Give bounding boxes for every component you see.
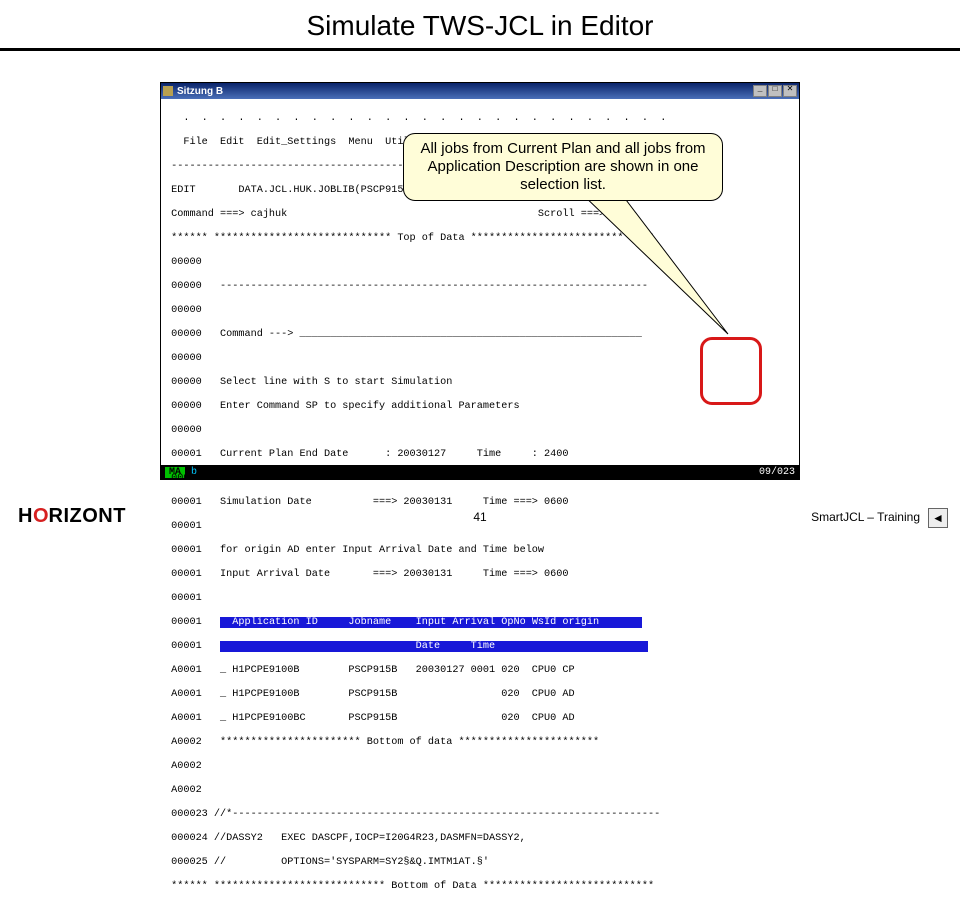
panel-blank: 00000 [165,353,795,365]
line-a0002: A0002 [165,761,795,773]
bottom-of-data: ****** **************************** Bott… [165,881,795,893]
window-titlebar: Sitzung B _ □ ✕ [161,83,799,99]
help-line-2: 00000 Enter Command SP to specify additi… [165,401,795,413]
line-a0002: A0002 [165,785,795,797]
window-controls: _ □ ✕ [753,85,797,97]
jcl-line-25: 000025 // OPTIONS='SYSPARM=SY2§&Q.IMTM1A… [165,857,795,869]
window-title: Sitzung B [163,86,223,97]
maximize-button[interactable]: □ [768,85,782,97]
panel-blank: 00000 [165,305,795,317]
brand-logo: HORIZONT [18,505,126,528]
top-of-data: ****** ***************************** Top… [165,233,795,245]
footer-right: SmartJCL – Training [811,510,920,524]
app-icon [163,86,173,96]
table-header-2: 00001 Date Time [165,641,795,653]
table-row[interactable]: A0001 _ H1PCPE9100B PSCP915B 020 CPU0 AD [165,689,795,701]
close-button[interactable]: ✕ [783,85,797,97]
callout-bubble: All jobs from Current Plan and all jobs … [403,133,723,201]
callout-text: All jobs from Current Plan and all jobs … [420,140,705,193]
panel-rule: 00000 ----------------------------------… [165,281,795,293]
command-line[interactable]: Command ===> cajhuk Scroll ===> CSR [165,209,795,221]
ad-help: 00001 for origin AD enter Input Arrival … [165,545,795,557]
line-00000: 00000 [165,257,795,269]
triangle-left-icon: ◄ [932,511,944,525]
jcl-line-24: 000024 //DASSY2 EXEC DASCPF,IOCP=I20G4R2… [165,833,795,845]
panel-blank: 00000 [165,425,795,437]
minimize-button[interactable]: _ [753,85,767,97]
panel-blank: 00001 [165,593,795,605]
cp-format: 00001 YYYYMMDD HHMM [165,473,795,485]
cp-end-date: 00001 Current Plan End Date : 20030127 T… [165,449,795,461]
nav-back-button[interactable]: ◄ [928,508,948,528]
page-number: 41 [473,510,486,524]
panel-command[interactable]: 00000 Command ---> _____________________… [165,329,795,341]
window-title-text: Sitzung B [177,86,223,97]
table-row[interactable]: A0001 _ H1PCPE9100B PSCP915B 20030127 00… [165,665,795,677]
sim-date[interactable]: 00001 Simulation Date ===> 20030131 Time… [165,497,795,509]
input-arrival[interactable]: 00001 Input Arrival Date ===> 20030131 T… [165,569,795,581]
table-header-1: 00001 Application ID Jobname Input Arriv… [165,617,795,629]
table-row[interactable]: A0001 _ H1PCPE9100BC PSCP915B 020 CPU0 A… [165,713,795,725]
slide-title: Simulate TWS-JCL in Editor [0,0,960,51]
help-line-1: 00000 Select line with S to start Simula… [165,377,795,389]
menu-spacer: . . . . . . . . . . . . . . . . . . . . … [165,113,795,125]
jcl-line-23: 000023 //*------------------------------… [165,809,795,821]
bottom-of-data-panel: A0002 *********************** Bottom of … [165,737,795,749]
